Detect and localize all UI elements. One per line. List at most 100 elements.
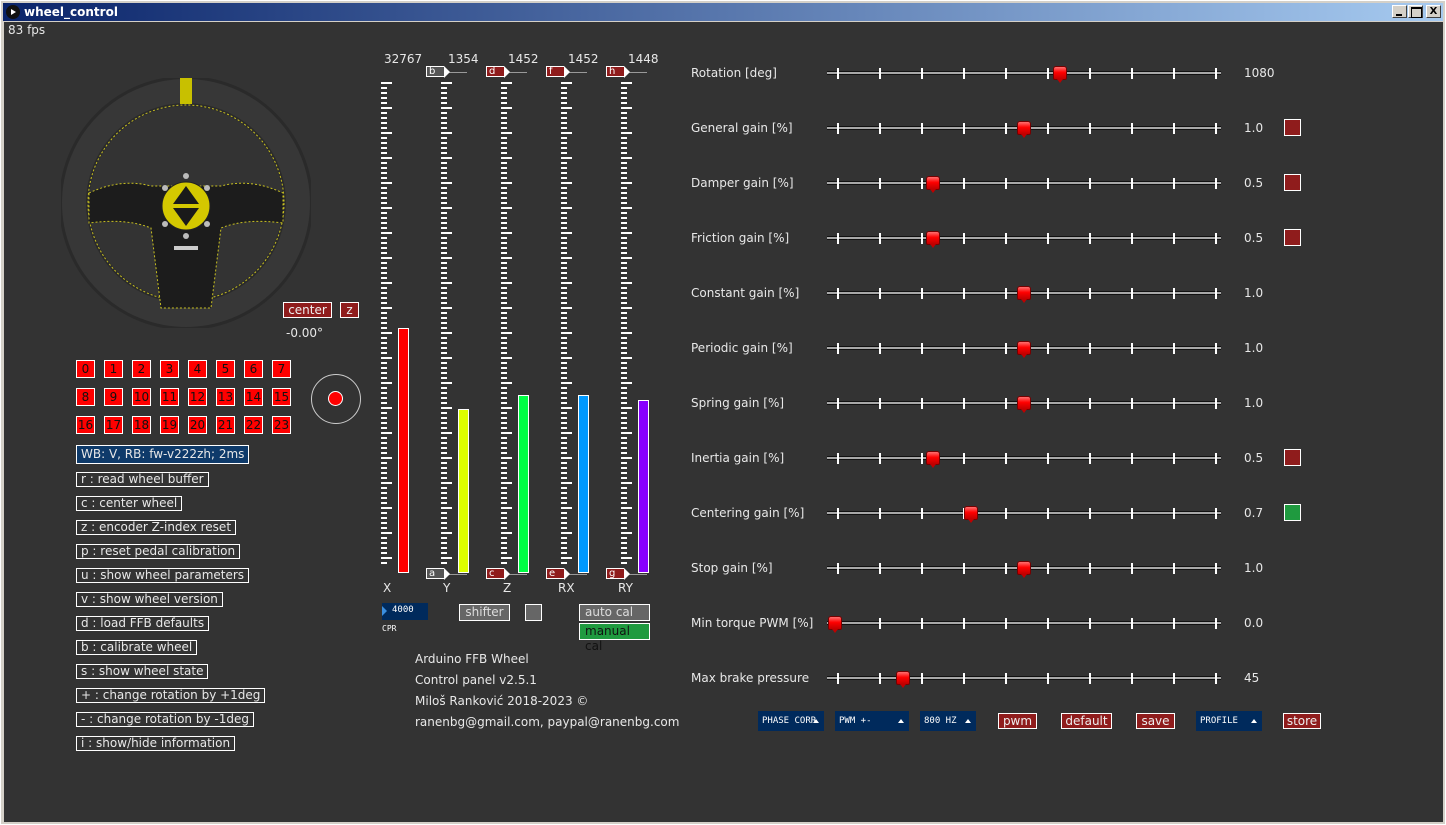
- axis-tick: [561, 162, 567, 164]
- axis-tick: [561, 282, 572, 284]
- slider-thumb[interactable]: [964, 506, 978, 523]
- axis-tick: [501, 407, 512, 409]
- slider-thumb[interactable]: [1017, 341, 1031, 358]
- slider-tick: [879, 178, 881, 189]
- command-button[interactable]: b : calibrate wheel: [76, 640, 198, 655]
- calibration-min-marker[interactable]: a: [426, 568, 450, 580]
- effect-toggle[interactable]: [1284, 229, 1301, 246]
- effect-toggle[interactable]: [1284, 449, 1301, 466]
- slider-value: 1080: [1244, 66, 1275, 80]
- slider-thumb[interactable]: [926, 231, 940, 248]
- axis-tick: [561, 507, 572, 509]
- calibration-max-marker[interactable]: d: [486, 66, 510, 78]
- slider-tick: [1047, 453, 1049, 464]
- slider-thumb[interactable]: [1053, 66, 1067, 83]
- axis-tick: [501, 322, 507, 324]
- axis-tick: [621, 202, 627, 204]
- slider-track[interactable]: [827, 621, 1221, 625]
- axis-tick: [501, 112, 507, 114]
- frequency-dropdown[interactable]: 800 HZ: [920, 711, 976, 731]
- calibration-max-marker[interactable]: b: [426, 66, 450, 78]
- axis-tick: [621, 467, 627, 469]
- axis-tick: [501, 437, 507, 439]
- effect-toggle[interactable]: [1284, 504, 1301, 521]
- command-button[interactable]: + : change rotation by +1deg: [76, 688, 266, 703]
- slider-thumb[interactable]: [1017, 396, 1031, 413]
- title-bar[interactable]: wheel_control: [3, 3, 1443, 21]
- command-button[interactable]: c : center wheel: [76, 496, 183, 511]
- window-title: wheel_control: [24, 5, 118, 19]
- axis-tick: [621, 442, 627, 444]
- axis-tick: [621, 257, 632, 259]
- z-reset-button[interactable]: z: [340, 302, 359, 318]
- axis-tick: [561, 197, 567, 199]
- axis-tick: [441, 442, 447, 444]
- axis-tick: [441, 217, 447, 219]
- slider-thumb[interactable]: [926, 451, 940, 468]
- maximize-button[interactable]: [1408, 5, 1423, 18]
- command-button[interactable]: s : show wheel state: [76, 664, 209, 679]
- shifter-toggle[interactable]: [525, 604, 542, 621]
- slider-thumb[interactable]: [926, 176, 940, 193]
- manual-cal-button[interactable]: manual cal: [579, 623, 650, 653]
- axis-tick: [561, 277, 567, 279]
- command-button[interactable]: v : show wheel version: [76, 592, 223, 607]
- slider-track[interactable]: [827, 181, 1221, 185]
- calibration-min-marker[interactable]: e: [546, 568, 570, 580]
- axis-tick: [561, 222, 567, 224]
- axis-tick: [561, 182, 572, 184]
- effect-toggle[interactable]: [1284, 174, 1301, 191]
- slider-tick: [1005, 123, 1007, 134]
- button-indicator: 1: [104, 360, 123, 378]
- save-button[interactable]: save: [1136, 713, 1175, 729]
- slider-track[interactable]: [827, 511, 1221, 515]
- axis-label: Z: [503, 581, 512, 595]
- pwm-button[interactable]: pwm: [998, 713, 1037, 729]
- command-button[interactable]: z : encoder Z-index reset: [76, 520, 237, 535]
- calibration-max-marker[interactable]: h: [606, 66, 630, 78]
- slider-track[interactable]: [827, 236, 1221, 240]
- command-button[interactable]: r : read wheel buffer: [76, 472, 209, 487]
- slider-thumb[interactable]: [896, 671, 910, 688]
- command-button[interactable]: d : load FFB defaults: [76, 616, 210, 631]
- profile-dropdown[interactable]: PROFILE: [1196, 711, 1262, 731]
- phase-corr-dropdown[interactable]: PHASE CORR: [758, 711, 824, 731]
- slider-tick: [1005, 618, 1007, 629]
- minimize-button[interactable]: [1392, 5, 1407, 18]
- shifter-button[interactable]: shifter: [459, 604, 510, 621]
- pwm-mode-dropdown[interactable]: PWM +-: [835, 711, 909, 731]
- axis-tick: [561, 382, 572, 384]
- axis-tick: [501, 527, 507, 529]
- store-button[interactable]: store: [1283, 713, 1321, 729]
- command-button[interactable]: p : reset pedal calibration: [76, 544, 241, 559]
- slider-track[interactable]: [827, 456, 1221, 460]
- close-button[interactable]: X: [1426, 5, 1441, 18]
- auto-cal-button[interactable]: auto cal: [579, 604, 650, 621]
- calibration-min-marker[interactable]: c: [486, 568, 510, 580]
- axis-tick: [501, 382, 512, 384]
- slider-thumb[interactable]: [1017, 121, 1031, 138]
- axis-tick: [441, 472, 447, 474]
- default-button[interactable]: default: [1061, 713, 1112, 729]
- slider-track[interactable]: [827, 71, 1221, 75]
- slider-thumb[interactable]: [828, 616, 842, 633]
- axis-tick: [441, 277, 447, 279]
- axis-tick: [621, 417, 627, 419]
- calibration-min-marker[interactable]: g: [606, 568, 630, 580]
- slider-thumb[interactable]: [1017, 561, 1031, 578]
- effect-toggle[interactable]: [1284, 119, 1301, 136]
- command-button[interactable]: i : show/hide information: [76, 736, 236, 751]
- slider-thumb[interactable]: [1017, 286, 1031, 303]
- axis-tick: [621, 157, 632, 159]
- axis-tick: [441, 492, 447, 494]
- axis-tick: [621, 177, 627, 179]
- axis-tick: [501, 337, 507, 339]
- cpr-input[interactable]: 4000: [382, 603, 428, 620]
- marker-key: g: [609, 568, 616, 579]
- command-button[interactable]: u : show wheel parameters: [76, 568, 250, 583]
- slider-track[interactable]: [827, 676, 1221, 680]
- command-button[interactable]: - : change rotation by -1deg: [76, 712, 254, 727]
- calibration-max-marker[interactable]: f: [546, 66, 570, 78]
- center-button[interactable]: center: [283, 302, 332, 318]
- axis-tick: [621, 207, 632, 209]
